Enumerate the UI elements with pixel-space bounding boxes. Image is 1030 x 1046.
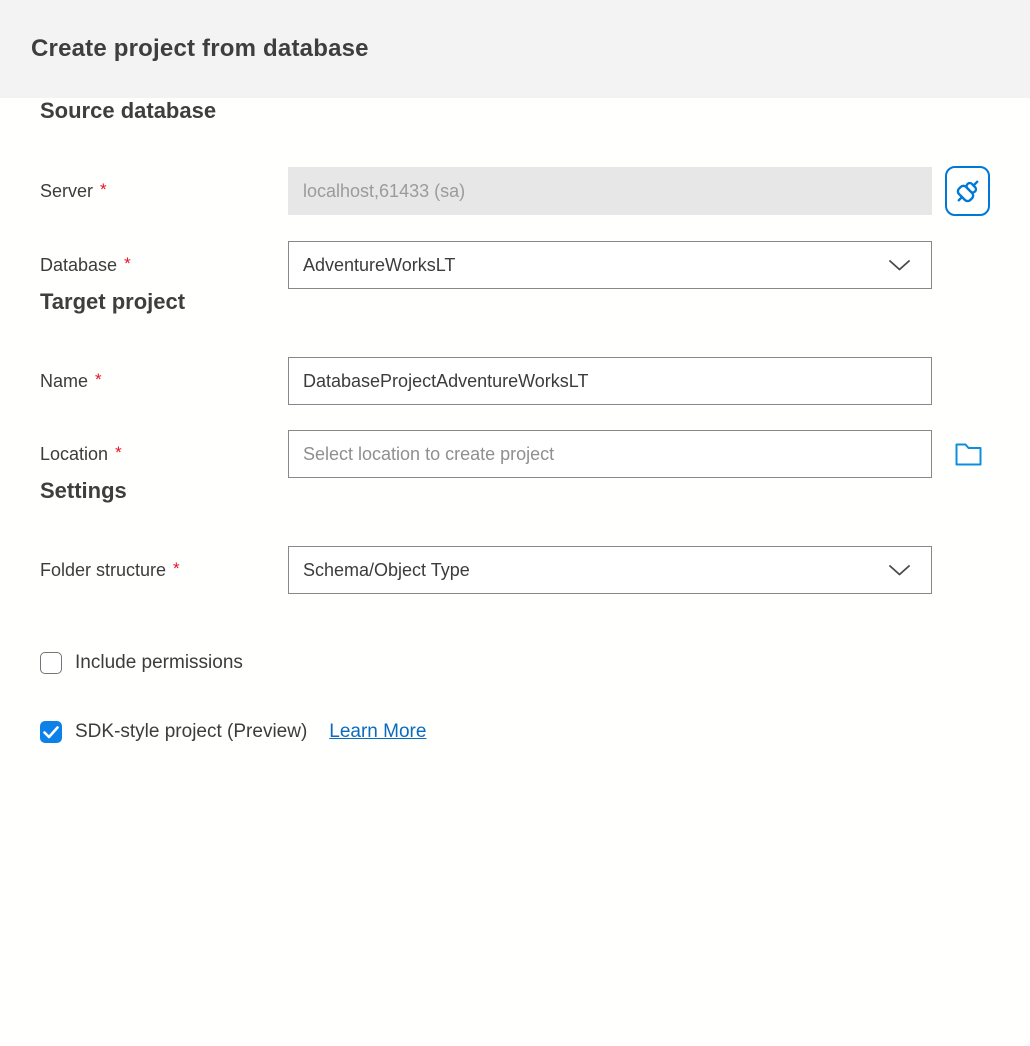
section-heading-target-project: Target project (40, 289, 990, 315)
plug-icon (953, 176, 983, 206)
dialog-body: Source database Server* Datab (0, 98, 1030, 743)
server-row: Server* (40, 166, 990, 216)
database-dropdown[interactable]: AdventureWorksLT (288, 241, 932, 289)
folder-structure-dropdown-value: Schema/Object Type (303, 560, 470, 581)
location-input[interactable] (288, 430, 932, 478)
include-permissions-checkbox[interactable] (40, 652, 62, 674)
database-dropdown-value: AdventureWorksLT (303, 255, 455, 276)
learn-more-link[interactable]: Learn More (329, 721, 426, 743)
required-marker: * (100, 180, 107, 199)
database-label: Database* (40, 255, 288, 276)
location-row: Location* (40, 430, 990, 478)
section-heading-source-database: Source database (40, 98, 990, 124)
sdk-style-label: SDK-style project (Preview) (75, 721, 307, 743)
sdk-style-row: SDK-style project (Preview) Learn More (40, 721, 990, 743)
location-label: Location* (40, 444, 288, 465)
dialog-title: Create project from database (31, 35, 369, 63)
chevron-down-icon (888, 259, 911, 272)
required-marker: * (115, 443, 122, 462)
folder-structure-label: Folder structure* (40, 560, 288, 581)
required-marker: * (95, 370, 102, 389)
browse-location-button[interactable] (955, 443, 982, 466)
folder-structure-dropdown[interactable]: Schema/Object Type (288, 546, 932, 594)
server-label: Server* (40, 181, 288, 202)
section-heading-settings: Settings (40, 478, 990, 504)
project-name-input[interactable] (288, 357, 932, 405)
name-row: Name* (40, 357, 990, 405)
include-permissions-row: Include permissions (40, 652, 990, 674)
required-marker: * (173, 559, 180, 578)
connect-button[interactable] (945, 166, 990, 216)
folder-icon (955, 443, 982, 466)
folder-structure-row: Folder structure* Schema/Object Type (40, 546, 990, 594)
name-label: Name* (40, 371, 288, 392)
chevron-down-icon (888, 564, 911, 577)
check-icon (43, 726, 59, 739)
server-input (288, 167, 932, 215)
required-marker: * (124, 254, 131, 273)
sdk-style-checkbox[interactable] (40, 721, 62, 743)
include-permissions-label: Include permissions (75, 652, 243, 674)
dialog-header: Create project from database (0, 0, 1030, 98)
database-row: Database* AdventureWorksLT (40, 241, 990, 289)
